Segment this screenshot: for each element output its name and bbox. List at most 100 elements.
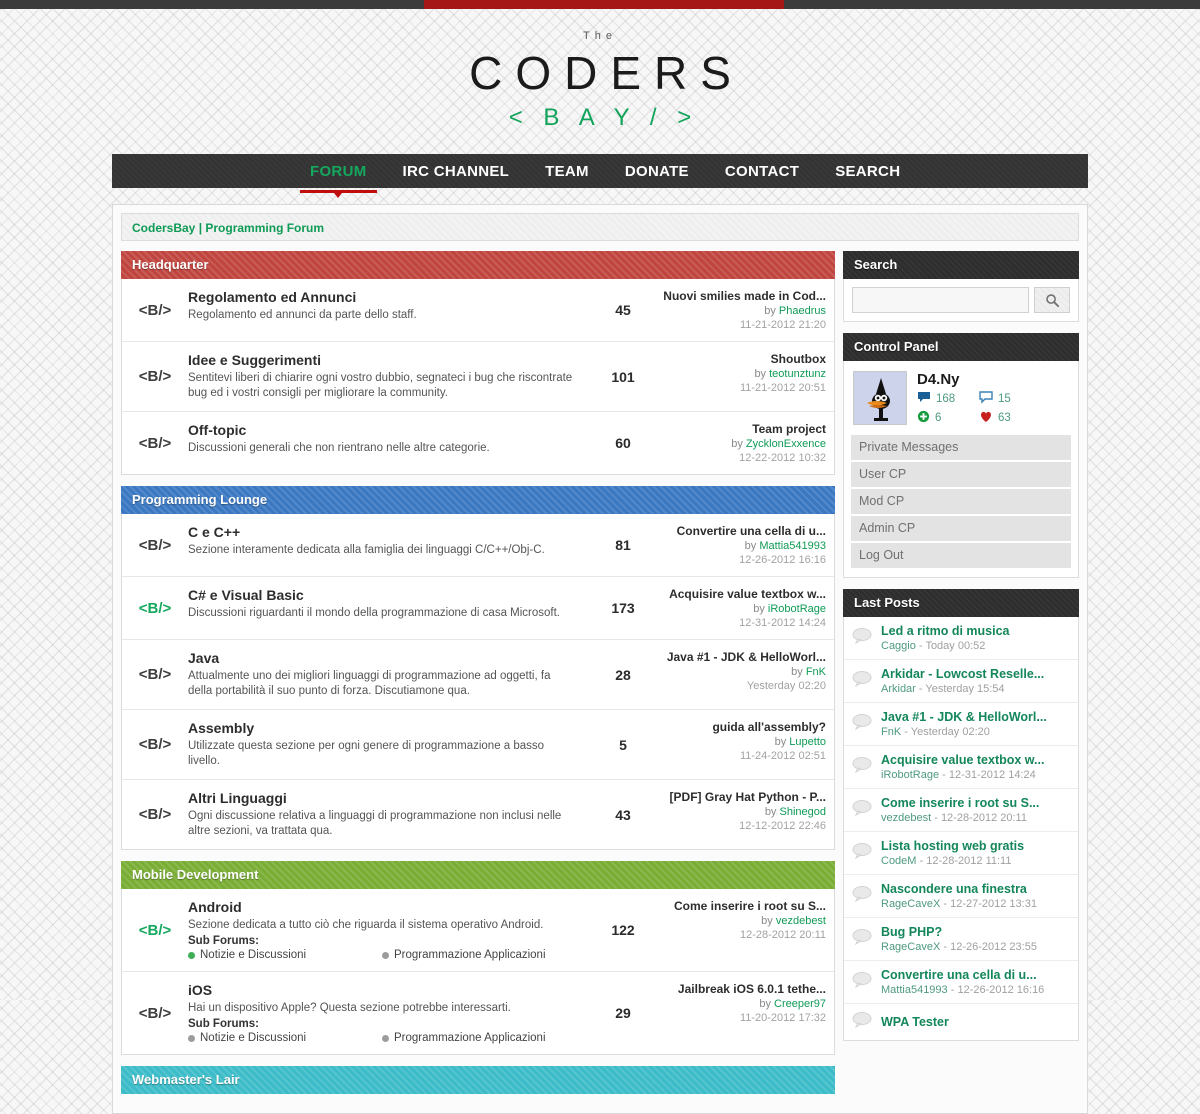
user-name[interactable]: D4.Ny bbox=[917, 371, 1069, 388]
search-input[interactable] bbox=[852, 287, 1029, 313]
last-post-item[interactable]: Acquisire value textbox w... iRobotRage -… bbox=[844, 746, 1078, 789]
forum-title[interactable]: iOS bbox=[188, 982, 576, 998]
nav-item-contact[interactable]: CONTACT bbox=[723, 159, 801, 184]
subforum-item[interactable]: Programmazione Applicazioni bbox=[382, 949, 576, 961]
last-post-item-title[interactable]: Bug PHP? bbox=[881, 925, 1070, 939]
last-post-item-author[interactable]: iRobotRage bbox=[881, 769, 939, 781]
category-header[interactable]: Programming Lounge bbox=[121, 486, 835, 514]
last-post-title[interactable]: Team project bbox=[660, 422, 826, 436]
forum-row[interactable]: <B/> iOS Hai un dispositivo Apple? Questa … bbox=[122, 972, 834, 1054]
breadcrumb[interactable]: CodersBay | Programming Forum bbox=[121, 213, 1079, 241]
avatar[interactable] bbox=[853, 371, 907, 425]
forum-row[interactable]: <B/> C# e Visual Basic Discussioni riguard… bbox=[122, 577, 834, 640]
nav-item-donate[interactable]: DONATE bbox=[623, 159, 691, 184]
last-post-author[interactable]: by iRobotRage bbox=[660, 603, 826, 615]
last-post-item-title[interactable]: Nascondere una finestra bbox=[881, 882, 1070, 896]
cp-link-log-out[interactable]: Log Out bbox=[851, 543, 1071, 568]
last-post-item-title[interactable]: Convertire una cella di u... bbox=[881, 968, 1070, 982]
cp-link-mod-cp[interactable]: Mod CP bbox=[851, 489, 1071, 514]
last-post-item-title[interactable]: Acquisire value textbox w... bbox=[881, 753, 1070, 767]
forum-row[interactable]: <B/> C e C++ Sezione interamente dedicata … bbox=[122, 514, 834, 577]
last-post-author-name[interactable]: Shinegod bbox=[780, 806, 827, 818]
last-post-author[interactable]: by vezdebest bbox=[660, 915, 826, 927]
last-post-item[interactable]: Convertire una cella di u... Mattia541993… bbox=[844, 961, 1078, 1004]
last-post-title[interactable]: Java #1 - JDK & HelloWorl... bbox=[660, 650, 826, 664]
last-post-title[interactable]: Jailbreak iOS 6.0.1 tethe... bbox=[660, 982, 826, 996]
last-post-item[interactable]: Come inserire i root su S... vezdebest - … bbox=[844, 789, 1078, 832]
last-post-item[interactable]: Nascondere una finestra RageCaveX - 12-27… bbox=[844, 875, 1078, 918]
last-post-author-name[interactable]: FnK bbox=[806, 666, 826, 678]
last-post-item-title[interactable]: Java #1 - JDK & HelloWorl... bbox=[881, 710, 1070, 724]
last-post-item[interactable]: Java #1 - JDK & HelloWorl... FnK - Yester… bbox=[844, 703, 1078, 746]
last-post-item-author[interactable]: FnK bbox=[881, 726, 901, 738]
last-post-author[interactable]: by Phaedrus bbox=[660, 305, 826, 317]
forum-row[interactable]: <B/> Idee e Suggerimenti Sentitevi liberi … bbox=[122, 342, 834, 412]
last-post-item-title[interactable]: Lista hosting web gratis bbox=[881, 839, 1070, 853]
last-post-item-author[interactable]: vezdebest bbox=[881, 812, 931, 824]
forum-row[interactable]: <B/> Android Sezione dedicata a tutto ciò … bbox=[122, 889, 834, 972]
last-post-item-title[interactable]: Arkidar - Lowcost Reselle... bbox=[881, 667, 1070, 681]
last-post-item-title[interactable]: WPA Tester bbox=[881, 1015, 1070, 1029]
subforum-item[interactable]: Notizie e Discussioni bbox=[188, 1032, 382, 1044]
last-post-item[interactable]: Lista hosting web gratis CodeM - 12-28-20… bbox=[844, 832, 1078, 875]
last-post-item-author[interactable]: RageCaveX bbox=[881, 941, 940, 953]
last-post-item-title[interactable]: Come inserire i root su S... bbox=[881, 796, 1070, 810]
last-post-author[interactable]: by Shinegod bbox=[660, 806, 826, 818]
last-post-author-name[interactable]: teotunztunz bbox=[769, 368, 826, 380]
forum-title[interactable]: C# e Visual Basic bbox=[188, 587, 576, 603]
cp-link-user-cp[interactable]: User CP bbox=[851, 462, 1071, 487]
nav-item-irc-channel[interactable]: IRC CHANNEL bbox=[401, 159, 512, 184]
last-post-author[interactable]: by ZycklonExxence bbox=[660, 438, 826, 450]
category-header[interactable]: Headquarter bbox=[121, 251, 835, 279]
last-post-title[interactable]: Acquisire value textbox w... bbox=[660, 587, 826, 601]
forum-title[interactable]: Idee e Suggerimenti bbox=[188, 352, 576, 368]
last-post-author-name[interactable]: Mattia541993 bbox=[759, 540, 826, 552]
last-post-author-name[interactable]: vezdebest bbox=[776, 915, 826, 927]
forum-row[interactable]: <B/> Regolamento ed Annunci Regolamento ed… bbox=[122, 279, 834, 342]
last-post-author[interactable]: by Lupetto bbox=[660, 736, 826, 748]
subforum-item[interactable]: Programmazione Applicazioni bbox=[382, 1032, 576, 1044]
category-header[interactable]: Mobile Development bbox=[121, 861, 835, 889]
last-post-item[interactable]: WPA Tester bbox=[844, 1004, 1078, 1040]
forum-row[interactable]: <B/> Java Attualmente uno dei migliori lin… bbox=[122, 640, 834, 710]
forum-title[interactable]: Assembly bbox=[188, 720, 576, 736]
last-post-title[interactable]: Nuovi smilies made in Cod... bbox=[660, 289, 826, 303]
last-post-author[interactable]: by Mattia541993 bbox=[660, 540, 826, 552]
last-post-title[interactable]: Shoutbox bbox=[660, 352, 826, 366]
forum-row[interactable]: <B/> Off-topic Discussioni generali che no… bbox=[122, 412, 834, 474]
forum-title[interactable]: C e C++ bbox=[188, 524, 576, 540]
last-post-title[interactable]: Convertire una cella di u... bbox=[660, 524, 826, 538]
forum-row[interactable]: <B/> Altri Linguaggi Ogni discussione rela… bbox=[122, 780, 834, 849]
last-post-item-author[interactable]: CodeM bbox=[881, 855, 916, 867]
last-post-item-author[interactable]: Mattia541993 bbox=[881, 984, 948, 996]
last-post-title[interactable]: [PDF] Gray Hat Python - P... bbox=[660, 790, 826, 804]
last-post-author-name[interactable]: Phaedrus bbox=[779, 305, 826, 317]
last-post-item[interactable]: Led a ritmo di musica Caggio - Today 00:5… bbox=[844, 617, 1078, 660]
forum-title[interactable]: Off-topic bbox=[188, 422, 576, 438]
last-post-author-name[interactable]: ZycklonExxence bbox=[746, 438, 826, 450]
nav-item-search[interactable]: SEARCH bbox=[833, 159, 902, 184]
last-post-item[interactable]: Arkidar - Lowcost Reselle... Arkidar - Ye… bbox=[844, 660, 1078, 703]
last-post-title[interactable]: guida all'assembly? bbox=[660, 720, 826, 734]
last-post-item[interactable]: Bug PHP? RageCaveX - 12-26-2012 23:55 bbox=[844, 918, 1078, 961]
forum-title[interactable]: Android bbox=[188, 899, 576, 915]
last-post-author-name[interactable]: Lupetto bbox=[789, 736, 826, 748]
nav-item-team[interactable]: TEAM bbox=[543, 159, 591, 184]
forum-row[interactable]: <B/> Assembly Utilizzate questa sezione pe… bbox=[122, 710, 834, 780]
forum-title[interactable]: Java bbox=[188, 650, 576, 666]
last-post-author[interactable]: by teotunztunz bbox=[660, 368, 826, 380]
last-post-item-author[interactable]: RageCaveX bbox=[881, 898, 940, 910]
forum-title[interactable]: Altri Linguaggi bbox=[188, 790, 576, 806]
category-header[interactable]: Webmaster's Lair bbox=[121, 1066, 835, 1094]
last-post-title[interactable]: Come inserire i root su S... bbox=[660, 899, 826, 913]
cp-link-admin-cp[interactable]: Admin CP bbox=[851, 516, 1071, 541]
nav-item-forum[interactable]: FORUM bbox=[300, 159, 376, 198]
forum-title[interactable]: Regolamento ed Annunci bbox=[188, 289, 576, 305]
last-post-item-author[interactable]: Caggio bbox=[881, 640, 916, 652]
last-post-author-name[interactable]: iRobotRage bbox=[768, 603, 826, 615]
subforum-item[interactable]: Notizie e Discussioni bbox=[188, 949, 382, 961]
last-post-item-title[interactable]: Led a ritmo di musica bbox=[881, 624, 1070, 638]
last-post-item-author[interactable]: Arkidar bbox=[881, 683, 916, 695]
search-button[interactable] bbox=[1034, 287, 1070, 313]
last-post-author[interactable]: by FnK bbox=[660, 666, 826, 678]
